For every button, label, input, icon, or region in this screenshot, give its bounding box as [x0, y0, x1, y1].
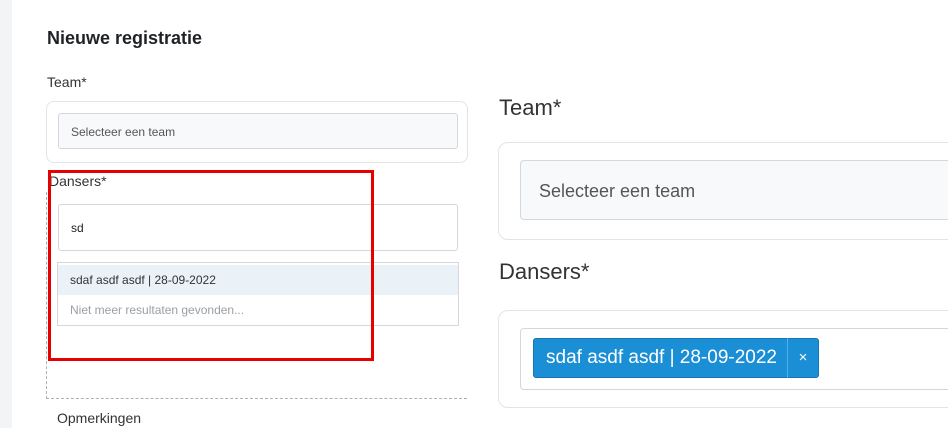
zoom-team-select[interactable]: Selecteer een team	[520, 160, 948, 220]
remarks-label: Opmerkingen	[57, 410, 142, 426]
highlight-annotation-box	[48, 170, 374, 361]
form-title: Nieuwe registratie	[47, 28, 203, 48]
chip-label: sdaf asdf asdf | 28-09-2022	[546, 347, 777, 368]
selected-danser-chip: sdaf asdf asdf | 28-09-2022 ×	[533, 338, 819, 378]
zoom-dansers-multiselect[interactable]: sdaf asdf asdf | 28-09-2022 ×	[520, 328, 948, 390]
team-label: Team*	[47, 74, 87, 90]
zoom-dansers-label: Dansers*	[499, 259, 590, 284]
team-select[interactable]: Selecteer een team	[58, 113, 458, 149]
close-icon[interactable]: ×	[788, 338, 818, 378]
zoom-team-label: Team*	[499, 95, 562, 120]
